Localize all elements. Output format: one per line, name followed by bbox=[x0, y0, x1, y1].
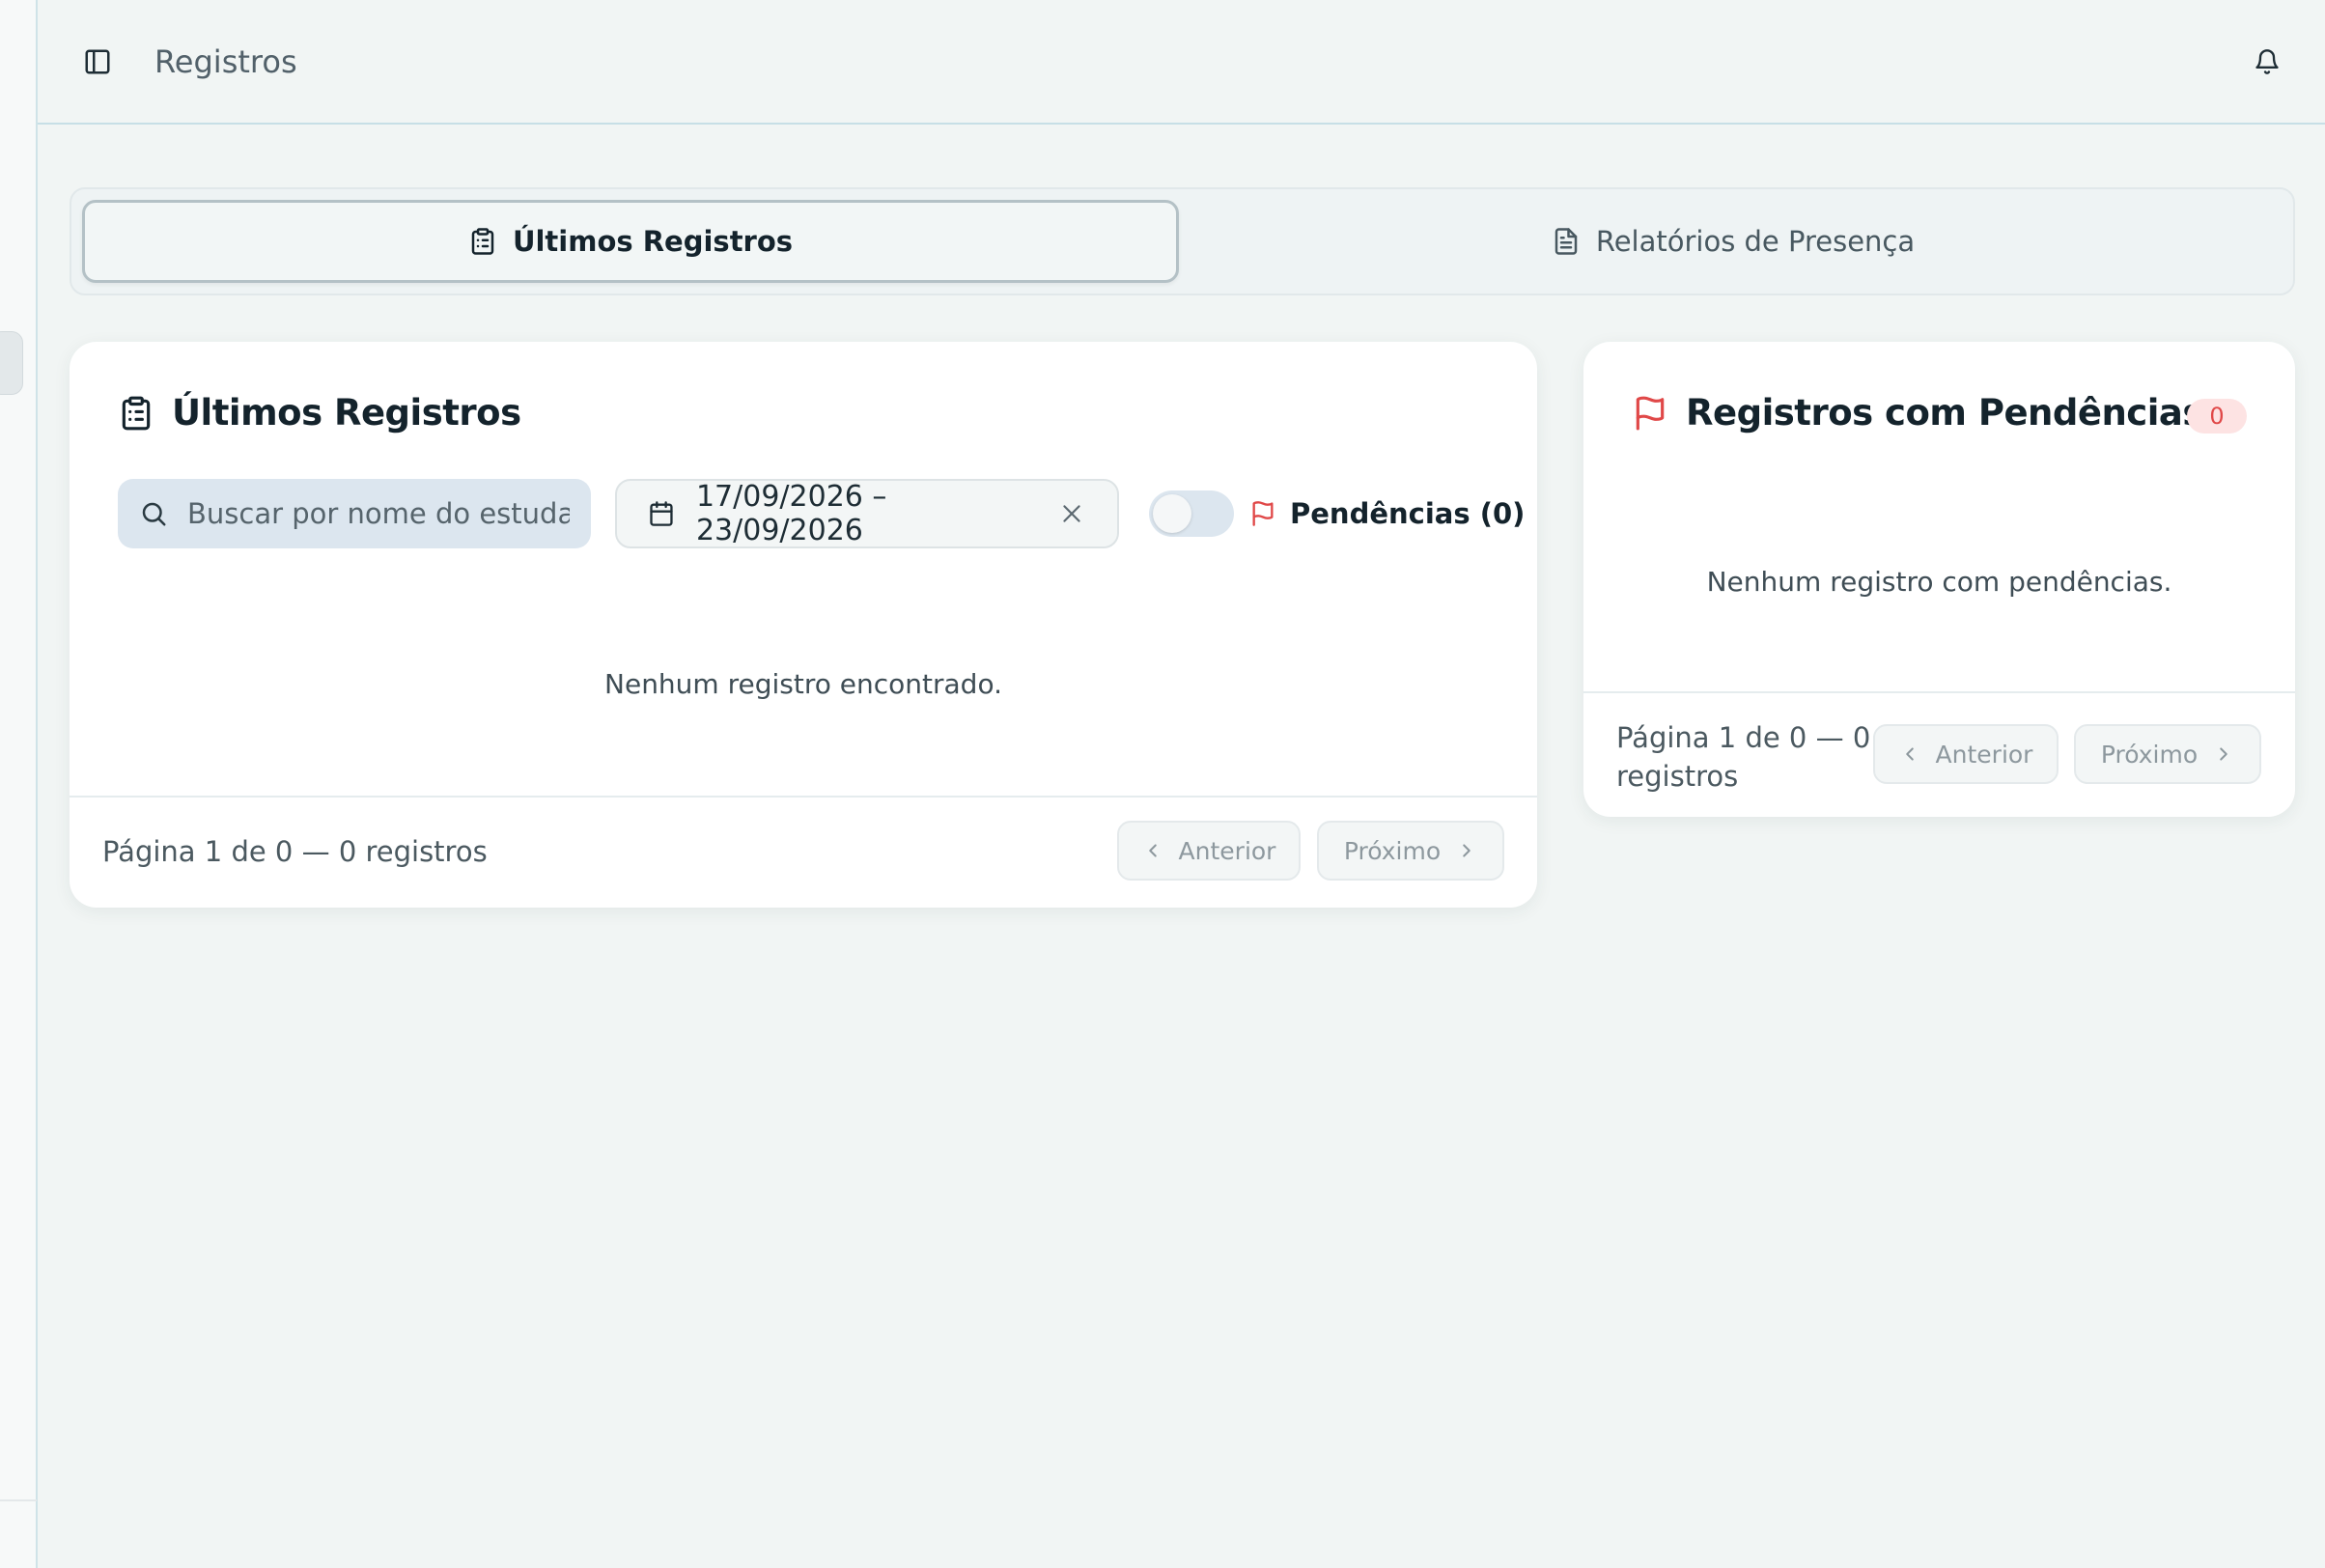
clipboard-list-icon bbox=[471, 228, 494, 255]
search-input[interactable] bbox=[185, 496, 572, 531]
pagination-summary: Página 1 de 0 — 0 registros bbox=[102, 835, 488, 868]
card-divider bbox=[70, 796, 1537, 798]
top-bar: Registros bbox=[38, 0, 2325, 125]
previous-label: Anterior bbox=[1935, 740, 2033, 769]
pending-filter-label: Pendências (0) bbox=[1249, 490, 1525, 537]
chevron-right-icon bbox=[2220, 747, 2227, 761]
close-icon bbox=[1063, 505, 1080, 522]
tab-label: Relatórios de Presença bbox=[1595, 225, 1916, 258]
empty-state-message: Nenhum registro encontrado. bbox=[604, 668, 1002, 700]
bell-icon bbox=[2255, 49, 2279, 74]
clear-date-button[interactable] bbox=[1059, 501, 1084, 526]
pagination-summary: Página 1 de 0 — 0 registros bbox=[1616, 721, 1871, 793]
tab-relatorios-presenca[interactable]: Relatórios de Presença bbox=[1179, 200, 2287, 283]
next-page-button[interactable]: Próximo bbox=[2074, 724, 2261, 784]
sidebar-collapsed bbox=[0, 0, 38, 1568]
search-icon bbox=[142, 502, 166, 526]
notifications-button[interactable] bbox=[2246, 41, 2288, 83]
pending-only-toggle[interactable] bbox=[1149, 490, 1234, 537]
tab-ultimos-registros[interactable]: Últimos Registros bbox=[82, 200, 1179, 283]
tab-label: Últimos Registros bbox=[512, 225, 794, 258]
panel-left-icon bbox=[85, 49, 110, 74]
pending-count-badge: 0 bbox=[2187, 399, 2247, 434]
next-page-button[interactable]: Próximo bbox=[1317, 821, 1504, 881]
file-text-icon bbox=[1555, 228, 1578, 255]
toggle-knob bbox=[1153, 494, 1191, 533]
sidebar-toggle-button[interactable] bbox=[76, 41, 119, 83]
flag-icon bbox=[1636, 396, 1665, 430]
next-label: Próximo bbox=[1343, 836, 1442, 865]
clipboard-list-icon bbox=[122, 396, 151, 430]
student-search[interactable] bbox=[118, 479, 591, 548]
chevron-left-icon bbox=[1148, 844, 1157, 857]
pending-filter-text: Pendências (0) bbox=[1290, 497, 1526, 530]
sidebar-active-indicator[interactable] bbox=[0, 331, 23, 395]
date-range-value: 17/09/2026 – 23/09/2026 bbox=[695, 480, 887, 547]
calendar-icon bbox=[650, 501, 673, 526]
date-range-picker[interactable]: 17/09/2026 – 23/09/2026 bbox=[615, 479, 1119, 548]
tab-bar: Últimos Registros Relatórios de Presença bbox=[70, 187, 2295, 295]
next-label: Próximo bbox=[2100, 740, 2199, 769]
page-title: Registros bbox=[154, 43, 297, 80]
empty-state-message: Nenhum registro com pendências. bbox=[1706, 566, 2172, 598]
pending-records-card: Registros com Pendências 0 Nenhum regist… bbox=[1583, 342, 2295, 817]
previous-page-button[interactable]: Anterior bbox=[1873, 724, 2059, 784]
card-title-text: Últimos Registros bbox=[172, 392, 521, 434]
card-title: Últimos Registros bbox=[118, 392, 521, 434]
sidebar-divider bbox=[0, 1499, 37, 1501]
card-title: Registros com Pendências bbox=[1632, 392, 2203, 434]
card-title-text: Registros com Pendências bbox=[1686, 392, 2203, 434]
card-divider bbox=[1583, 691, 2295, 693]
flag-icon bbox=[1252, 501, 1274, 526]
chevron-right-icon bbox=[1463, 844, 1471, 857]
latest-records-card: Últimos Registros 17/09/2026 – 23/09/202… bbox=[70, 342, 1537, 908]
previous-label: Anterior bbox=[1178, 836, 1276, 865]
chevron-left-icon bbox=[1905, 747, 1914, 761]
previous-page-button[interactable]: Anterior bbox=[1117, 821, 1301, 881]
